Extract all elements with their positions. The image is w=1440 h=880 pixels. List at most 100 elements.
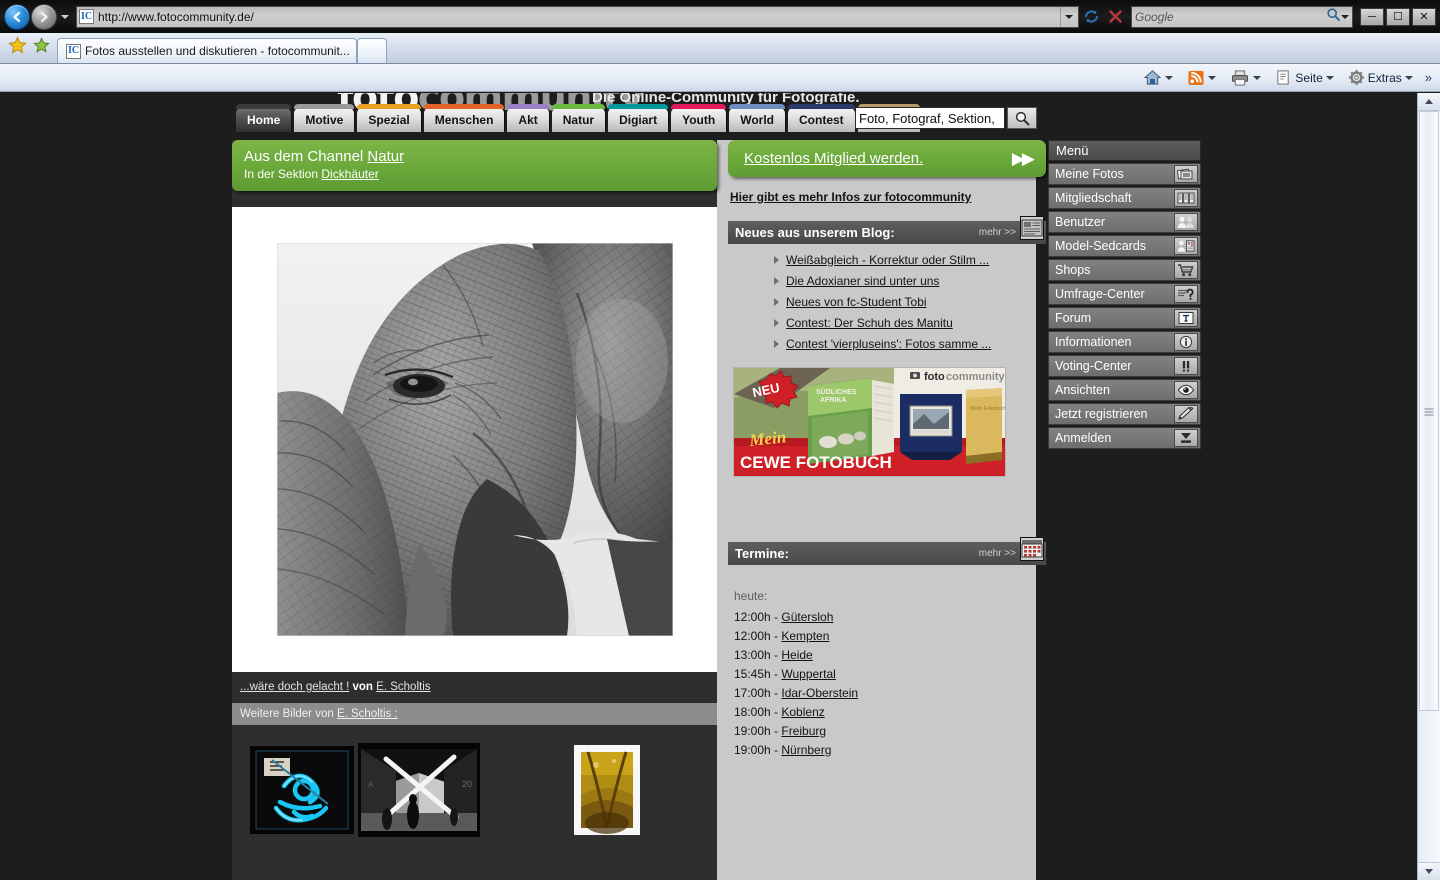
nav-tab-digiart[interactable]: Digiart — [608, 104, 669, 132]
scrollbar-thumb[interactable] — [1419, 111, 1439, 711]
channel-link[interactable]: Natur — [367, 148, 404, 165]
termine-city-link[interactable]: Heide — [781, 648, 812, 662]
address-dropdown-icon[interactable] — [1060, 6, 1076, 27]
sidebar-item-model-sedcards[interactable]: Model-Sedcards — [1048, 235, 1201, 257]
scroll-down-button[interactable] — [1418, 862, 1440, 880]
feeds-button[interactable] — [1185, 69, 1218, 86]
bullet-icon — [774, 298, 779, 306]
page-scrollbar[interactable] — [1417, 93, 1440, 880]
list-item[interactable]: Neues von fc-Student Tobi — [774, 295, 1046, 309]
site-search-button[interactable] — [1007, 107, 1037, 129]
sidebar-item-voting-center[interactable]: Voting-Center — [1048, 355, 1201, 377]
search-input[interactable]: Google — [1135, 10, 1326, 24]
page-menu-button[interactable]: Seite — [1273, 69, 1335, 86]
thumbnail-architecture-x[interactable]: 20 A — [358, 743, 480, 842]
termine-city-link[interactable]: Gütersloh — [781, 610, 833, 624]
termine-time: 15:45h — [734, 667, 771, 681]
sidebar-item-label: Meine Fotos — [1055, 167, 1124, 181]
toolbar-overflow-button[interactable]: » — [1423, 70, 1434, 85]
pause-icon — [1174, 357, 1198, 375]
list-item[interactable]: Weißabgleich - Korrektur oder Stilm ... — [774, 253, 1046, 267]
search-icon — [1326, 7, 1341, 27]
newspaper-icon[interactable] — [1020, 216, 1044, 240]
blog-link[interactable]: Contest 'vierpluseins': Fotos samme ... — [786, 337, 991, 351]
termine-more-label[interactable]: mehr >> — [979, 548, 1016, 559]
sidebar-item-ansichten[interactable]: Ansichten — [1048, 379, 1201, 401]
nav-tab-spezial[interactable]: Spezial — [357, 104, 421, 132]
blog-link[interactable]: Die Adoxianer sind unter uns — [786, 274, 939, 288]
tools-menu-button[interactable]: Extras — [1346, 69, 1415, 86]
scrollbar-grip — [1424, 407, 1434, 418]
search-provider-dropdown[interactable] — [1341, 14, 1349, 19]
nav-tab-home[interactable]: Home — [236, 104, 292, 132]
minimize-button[interactable]: ─ — [1360, 7, 1384, 26]
new-tab-button[interactable] — [357, 38, 387, 63]
browser-tab[interactable]: IC Fotos ausstellen und diskutieren - fo… — [57, 38, 357, 63]
blog-link[interactable]: Weißabgleich - Korrektur oder Stilm ... — [786, 253, 989, 267]
termine-city-link[interactable]: Koblenz — [781, 705, 824, 719]
calendar-icon[interactable] — [1020, 537, 1044, 561]
address-bar[interactable]: IC http://www.fotocommunity.de/ — [76, 5, 1079, 28]
more-info-link[interactable]: Hier gibt es mehr Infos zur fotocommunit… — [730, 190, 1046, 204]
list-item[interactable]: Contest 'vierpluseins': Fotos samme ... — [774, 337, 1046, 351]
join-free-button[interactable]: Kostenlos Mitglied werden. ▶▶ — [728, 140, 1046, 177]
thumbnail-blue-neon[interactable] — [250, 746, 354, 839]
print-button[interactable] — [1228, 69, 1263, 86]
cewe-fotobuch-ad[interactable]: SÜDLICHES AFRIKA Mein Fotobuch NEU Mein … — [733, 367, 1006, 477]
sidebar-item-shops[interactable]: Shops — [1048, 259, 1201, 281]
site-search-input[interactable] — [855, 107, 1005, 129]
maximize-button[interactable]: ☐ — [1386, 7, 1410, 26]
section-link[interactable]: Dickhäuter — [321, 167, 378, 181]
nav-tab-motive[interactable]: Motive — [294, 104, 355, 132]
list-item[interactable]: Contest: Der Schuh des Manitu — [774, 316, 1046, 330]
photo-title-link[interactable]: ...wäre doch gelacht ! — [240, 681, 349, 693]
termine-row: 18:00h - Koblenz — [734, 705, 825, 719]
address-input[interactable]: http://www.fotocommunity.de/ — [98, 10, 1060, 24]
blog-more-label[interactable]: mehr >> — [979, 227, 1016, 238]
sidebar-item-informationen[interactable]: Informationen — [1048, 331, 1201, 353]
refresh-button[interactable] — [1079, 5, 1103, 29]
list-item[interactable]: Die Adoxianer sind unter uns — [774, 274, 1046, 288]
chevron-down-icon — [1404, 75, 1413, 80]
sidebar-item-mitgliedschaft[interactable]: Mitgliedschaft — [1048, 187, 1201, 209]
more-images-author-link[interactable]: E. Scholtis : — [337, 708, 398, 720]
add-to-favorites-icon[interactable] — [32, 36, 51, 60]
sidebar-item-anmelden[interactable]: Anmelden — [1048, 427, 1201, 449]
command-bar: Seite Extras » — [0, 64, 1440, 92]
blog-link[interactable]: Contest: Der Schuh des Manitu — [786, 316, 953, 330]
termine-city-link[interactable]: Wuppertal — [781, 667, 835, 681]
nav-tab-youth[interactable]: Youth — [671, 104, 727, 132]
eye-icon — [1174, 381, 1198, 399]
scroll-up-button[interactable] — [1418, 93, 1440, 111]
nav-tab-menschen[interactable]: Menschen — [423, 104, 505, 132]
blog-link[interactable]: Neues von fc-Student Tobi — [786, 295, 927, 309]
close-button[interactable]: ✕ — [1412, 7, 1436, 26]
sidebar-item-benutzer[interactable]: Benutzer — [1048, 211, 1201, 233]
sidebar-item-meine-fotos[interactable]: Meine Fotos — [1048, 163, 1201, 185]
forward-button[interactable] — [31, 3, 57, 30]
sidebar-item-umfrage-center[interactable]: Umfrage-Center — [1048, 283, 1201, 305]
favorites-star-icon[interactable] — [8, 35, 27, 60]
browser-search-box[interactable]: Google — [1131, 5, 1353, 28]
home-button[interactable] — [1141, 69, 1175, 86]
nav-tab-contest[interactable]: Contest — [788, 104, 855, 132]
termine-row: 13:00h - Heide — [734, 648, 813, 662]
nav-tab-natur[interactable]: Natur — [551, 104, 606, 132]
stop-button[interactable] — [1103, 5, 1127, 29]
more-images-bar: Weitere Bilder von E. Scholtis : — [232, 703, 717, 725]
termine-city-link[interactable]: Freiburg — [781, 724, 826, 738]
termine-city-link[interactable]: Nürnberg — [781, 743, 831, 757]
featured-photo[interactable] — [276, 243, 673, 636]
photo-author-link[interactable]: E. Scholtis — [376, 681, 430, 693]
sidebar-item-forum[interactable]: Forum — [1048, 307, 1201, 329]
recent-pages-dropdown[interactable] — [58, 4, 72, 30]
nav-tab-akt[interactable]: Akt — [507, 104, 549, 132]
back-button[interactable] — [4, 3, 30, 30]
channel-line-2: In der Sektion Dickhäuter — [244, 167, 705, 181]
thumbnail-golden-tunnel[interactable] — [574, 745, 640, 840]
termine-city-link[interactable]: Kempten — [781, 629, 829, 643]
nav-tab-world[interactable]: World — [729, 104, 785, 132]
web-page: fotocommunity Die Online-Community für F… — [0, 93, 1417, 880]
termine-city-link[interactable]: Idar-Oberstein — [781, 686, 858, 700]
sidebar-item-jetzt-registrieren[interactable]: Jetzt registrieren — [1048, 403, 1201, 425]
